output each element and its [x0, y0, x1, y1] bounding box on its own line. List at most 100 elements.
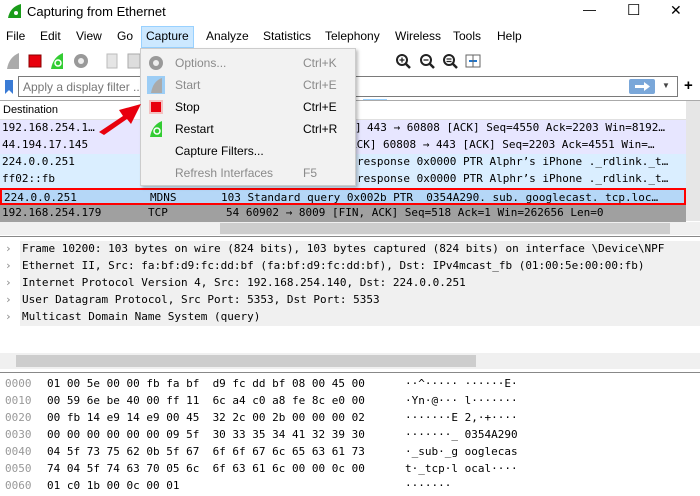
menu-item-shortcut: Ctrl+E: [303, 100, 337, 114]
menu-edit[interactable]: Edit: [40, 29, 61, 43]
close-button[interactable]: ✕: [670, 2, 682, 19]
zoom-reset-icon[interactable]: [441, 52, 459, 70]
packet-bytes: 0000 01 00 5e 00 00 fb fa bf d9 fc dd bf …: [0, 372, 700, 492]
restart-capture-icon[interactable]: [48, 52, 66, 70]
capture-menu-item-restart[interactable]: Restart Ctrl+R: [141, 118, 355, 140]
packet-protocol: MDNS: [150, 191, 177, 204]
hex-ascii[interactable]: ·_sub·_g ooglecas: [405, 445, 518, 462]
packet-row-selected[interactable]: 224.0.0.251 MDNS 103 Standard query 0x002b…: [0, 188, 686, 205]
bookmark-icon[interactable]: [4, 79, 14, 95]
apply-filter-button[interactable]: [629, 79, 655, 94]
menu-analyze[interactable]: Analyze: [206, 29, 249, 43]
menu-go[interactable]: Go: [117, 29, 133, 43]
detail-tree-item[interactable]: › Internet Protocol Version 4, Src: 192.1…: [0, 275, 700, 292]
capture-menu-item-options[interactable]: Options... Ctrl+K: [141, 52, 355, 74]
hex-offset: 0050: [5, 462, 32, 475]
capture-menu-item-refresh-interfaces[interactable]: Refresh Interfaces F5: [141, 162, 355, 184]
packet-destination: 224.0.0.251: [4, 191, 77, 204]
detail-text: Multicast Domain Name System (query): [20, 309, 700, 326]
restart-icon: [147, 120, 165, 138]
menu-help[interactable]: Help: [497, 29, 522, 43]
menu-capture[interactable]: Capture: [141, 26, 194, 48]
packet-destination: 224.0.0.251: [2, 155, 75, 168]
menu-statistics[interactable]: Statistics: [263, 29, 311, 43]
hex-ascii[interactable]: ·······_ 0354A290: [405, 428, 518, 445]
hex-bytes[interactable]: 01 00 5e 00 00 fb fa bf d9 fc dd bf 08 0…: [47, 377, 365, 394]
menu-item-label: Refresh Interfaces: [175, 166, 274, 180]
capture-menu-item-capture-filters[interactable]: Capture Filters...: [141, 140, 355, 162]
packet-destination: 44.194.17.145: [2, 138, 89, 151]
zoom-out-icon[interactable]: [418, 52, 436, 70]
minimize-button[interactable]: —: [583, 2, 596, 17]
menu-file[interactable]: File: [6, 29, 25, 43]
detail-tree-item[interactable]: › Multicast Domain Name System (query): [0, 309, 700, 326]
packet-info: 54 60902 → 8009 [FIN, ACK] Seq=518 Ack=1…: [226, 206, 604, 219]
scroll-thumb[interactable]: [16, 355, 476, 367]
title-bar: Capturing from Ethernet — ☐ ✕: [0, 0, 700, 24]
shark-fin-icon: [147, 76, 165, 94]
expand-chevron-icon[interactable]: ›: [5, 310, 12, 323]
hex-ascii[interactable]: ·Yn·@··· l·······: [405, 394, 518, 411]
gear-icon: [147, 54, 165, 72]
hex-offset: 0040: [5, 445, 32, 458]
stop-capture-icon[interactable]: [26, 52, 44, 70]
maximize-button[interactable]: ☐: [627, 1, 640, 19]
hex-ascii[interactable]: ·······E 2,·+····: [405, 411, 518, 428]
menu-tools[interactable]: Tools: [453, 29, 481, 43]
packet-info: response 0x0000 PTR Alphr’s iPhone ._rdl…: [357, 172, 669, 185]
hex-offset: 0000: [5, 377, 32, 390]
open-file-icon[interactable]: [103, 52, 121, 70]
capture-menu-item-start[interactable]: Start Ctrl+E: [141, 74, 355, 96]
hex-ascii[interactable]: ··^····· ······E·: [405, 377, 518, 394]
arrow-right-icon: [635, 82, 650, 91]
filter-history-dropdown[interactable]: ▼: [662, 81, 670, 90]
hex-offset: 0020: [5, 411, 32, 424]
packet-list-hscrollbar[interactable]: [0, 222, 700, 235]
menu-item-label: Capture Filters...: [175, 144, 264, 158]
scroll-thumb[interactable]: [220, 223, 670, 234]
hex-bytes[interactable]: 00 fb 14 e9 14 e9 00 45 32 2c 00 2b 00 0…: [47, 411, 365, 428]
detail-tree-item[interactable]: › Ethernet II, Src: fa:bf:d9:fc:dd:bf (fa…: [0, 258, 700, 275]
packet-details: › Frame 10200: 103 bytes on wire (824 bit…: [0, 236, 700, 371]
add-filter-button[interactable]: +: [684, 77, 693, 94]
capture-menu-dropdown: Options... Ctrl+K Start Ctrl+E Stop Ctrl+E Res…: [140, 48, 356, 186]
packet-row[interactable]: 192.168.254.179 TCP 54 60902 → 8009 [FIN, …: [0, 205, 686, 222]
menu-item-shortcut: Ctrl+K: [303, 56, 337, 70]
menu-item-label: Start: [175, 78, 201, 92]
hex-bytes[interactable]: 74 04 5f 74 63 70 05 6c 6f 63 61 6c 00 0…: [47, 462, 365, 479]
detail-tree-item[interactable]: › User Datagram Protocol, Src Port: 5353,…: [0, 292, 700, 309]
menu-item-shortcut: Ctrl+R: [303, 122, 338, 136]
expand-chevron-icon[interactable]: ›: [5, 293, 12, 306]
packet-info: 60808 → 443 [ACK] Seq=2203 Ack=4551 Win=…: [383, 138, 655, 151]
hex-bytes[interactable]: 00 59 6e be 40 00 ff 11 6c a4 c0 a8 fe 8…: [47, 394, 365, 411]
packet-info: 103 Standard query 0x002b PTR _0354A290.…: [221, 191, 659, 204]
packet-destination: ff02::fb: [2, 172, 55, 185]
resize-columns-icon[interactable]: [464, 52, 482, 70]
zoom-in-icon[interactable]: [394, 52, 412, 70]
capture-options-icon[interactable]: [72, 52, 90, 70]
detail-text: Frame 10200: 103 bytes on wire (824 bits…: [20, 241, 700, 258]
packet-info: response 0x0000 PTR Alphr’s iPhone ._rdl…: [357, 155, 669, 168]
start-capture-icon[interactable]: [4, 52, 22, 70]
hex-offset: 0010: [5, 394, 32, 407]
capture-menu-item-stop[interactable]: Stop Ctrl+E: [141, 96, 355, 118]
menu-item-shortcut: F5: [303, 166, 318, 180]
expand-chevron-icon[interactable]: ›: [5, 259, 12, 272]
menu-item-shortcut: Ctrl+E: [303, 78, 337, 92]
detail-text: Internet Protocol Version 4, Src: 192.16…: [20, 275, 700, 292]
menu-view[interactable]: View: [76, 29, 102, 43]
expand-chevron-icon[interactable]: ›: [5, 242, 12, 255]
packet-destination: 192.168.254.179: [2, 206, 102, 219]
packet-list-vscrollbar[interactable]: [686, 101, 700, 221]
column-destination[interactable]: Destination: [3, 104, 58, 116]
menu-telephony[interactable]: Telephony: [325, 29, 380, 43]
expand-chevron-icon[interactable]: ›: [5, 276, 12, 289]
hex-ascii[interactable]: t·_tcp·l ocal····: [405, 462, 518, 479]
menu-item-label: Stop: [175, 100, 200, 114]
hex-bytes[interactable]: 04 5f 73 75 62 0b 5f 67 6f 6f 67 6c 65 6…: [47, 445, 365, 462]
stop-icon: [147, 98, 165, 116]
detail-tree-item[interactable]: › Frame 10200: 103 bytes on wire (824 bit…: [0, 241, 700, 258]
details-hscrollbar[interactable]: [0, 353, 700, 369]
hex-bytes[interactable]: 00 00 00 00 00 00 09 5f 30 33 35 34 41 3…: [47, 428, 365, 445]
menu-wireless[interactable]: Wireless: [395, 29, 441, 43]
